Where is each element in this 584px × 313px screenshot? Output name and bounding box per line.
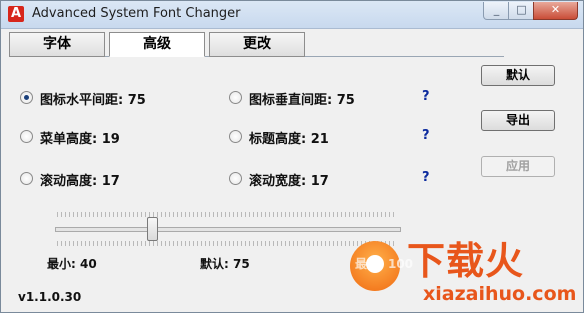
tab-font[interactable]: 字体 xyxy=(9,32,105,57)
option-label: 滚动高度: 17 xyxy=(40,174,120,189)
default-label: 默认: 75 xyxy=(200,257,250,271)
app-window: A Advanced System Font Changer _ □ ✕ 字体 … xyxy=(0,0,584,313)
tab-advanced[interactable]: 高级 xyxy=(109,32,205,57)
app-logo-icon: A xyxy=(8,6,24,22)
version-label: v1.1.0.30 xyxy=(18,290,82,304)
close-button[interactable]: ✕ xyxy=(533,2,578,20)
apply-button: 应用 xyxy=(481,156,555,177)
min-label: 最小: 40 xyxy=(47,257,97,271)
default-button[interactable]: 默认 xyxy=(481,65,555,86)
tab-change[interactable]: 更改 xyxy=(209,32,305,57)
radio-button[interactable] xyxy=(229,172,242,185)
help-icon[interactable]: ? xyxy=(422,128,430,143)
watermark-text: 下载火 xyxy=(407,239,525,283)
minimize-button[interactable]: _ xyxy=(483,2,510,20)
option-label: 滚动宽度: 17 xyxy=(249,174,329,189)
export-button[interactable]: 导出 xyxy=(481,110,555,131)
help-icon[interactable]: ? xyxy=(422,89,430,104)
watermark: 最大: 100 下载火 xiazaihuo.com xyxy=(345,238,583,312)
radio-button[interactable] xyxy=(20,130,33,143)
max-label: 最大: 100 xyxy=(355,257,414,271)
radio-button-selected[interactable] xyxy=(20,91,33,104)
radio-button[interactable] xyxy=(229,130,242,143)
option-label: 菜单高度: 19 xyxy=(40,132,120,147)
maximize-button[interactable]: □ xyxy=(508,2,535,20)
option-label: 图标水平间距: 75 xyxy=(40,93,146,108)
help-icon[interactable]: ? xyxy=(422,170,430,185)
window-title: Advanced System Font Changer xyxy=(32,6,241,21)
radio-button[interactable] xyxy=(20,172,33,185)
slider-track[interactable] xyxy=(55,227,401,232)
option-label: 图标垂直间距: 75 xyxy=(249,93,355,108)
watermark-url: xiazaihuo.com xyxy=(423,283,577,305)
slider-ticks-top xyxy=(57,212,397,217)
option-label: 标题高度: 21 xyxy=(249,132,329,147)
slider-thumb[interactable] xyxy=(147,217,158,241)
radio-button[interactable] xyxy=(229,91,242,104)
title-bar[interactable]: A Advanced System Font Changer _ □ ✕ xyxy=(1,1,583,29)
tab-bar: 字体 高级 更改 xyxy=(9,32,504,57)
